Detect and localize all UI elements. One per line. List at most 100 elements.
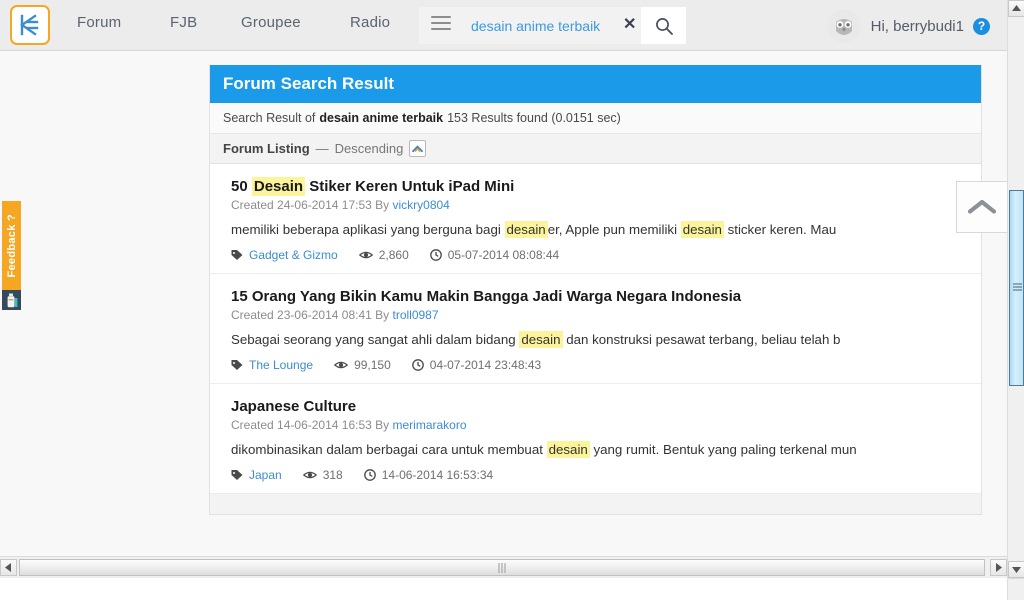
feedback-tab-label: Feedback ?	[5, 214, 18, 278]
result-snippet-highlight: desain	[546, 441, 590, 458]
results-list: 50 Desain Stiker Keren Untuk iPad Mini C…	[210, 164, 981, 494]
result-author[interactable]: vickry0804	[393, 198, 450, 212]
result-timestamp: 14-06-2014 16:53:34	[381, 468, 494, 482]
clock-icon	[363, 469, 376, 481]
result-item[interactable]: 15 Orang Yang Bikin Kamu Makin Bangga Ja…	[210, 274, 981, 384]
bottle-glyph	[7, 293, 18, 307]
created-date: 14-06-2014 16:53	[277, 418, 372, 432]
result-snippet-text: dikombinasikan dalam berbagai cara untuk…	[231, 442, 547, 457]
help-icon[interactable]: ?	[973, 17, 990, 35]
result-title-highlight: Desain	[251, 177, 306, 196]
result-category[interactable]: Japan	[249, 468, 282, 482]
horizontal-scrollbar[interactable]	[0, 556, 1007, 578]
tag-icon	[231, 359, 243, 371]
scroll-left-button[interactable]	[0, 559, 17, 576]
result-snippet-text: yang rumit. Bentuk yang paling terkenal …	[589, 442, 857, 457]
result-snippet-text: er, Apple pun memiliki	[547, 222, 681, 237]
tag-icon	[231, 249, 243, 261]
scroll-thumb-grip	[1013, 283, 1022, 293]
by-label: By	[375, 198, 390, 212]
kaskus-logo[interactable]	[10, 5, 50, 45]
nav-item-radio[interactable]: Radio	[350, 14, 390, 31]
result-timestamp: 04-07-2014 23:48:43	[429, 358, 542, 372]
created-label: Created	[231, 418, 274, 432]
listing-dash: —	[315, 141, 329, 156]
result-view-count: 99,150	[354, 358, 391, 372]
vertical-scrollbar[interactable]	[1007, 0, 1024, 600]
scroll-up-button[interactable]	[1008, 0, 1024, 17]
result-view-count: 318	[322, 468, 343, 482]
result-item[interactable]: 50 Desain Stiker Keren Untuk iPad Mini C…	[210, 164, 981, 274]
result-title-text: 50	[231, 178, 252, 195]
nav-item-groupee-label: Groupee	[241, 14, 301, 31]
triangle-left-icon	[5, 563, 11, 572]
created-label: Created	[231, 308, 274, 322]
forum-listing-bar: Forum Listing — Descending	[210, 134, 981, 164]
sort-order-toggle[interactable]	[409, 140, 427, 157]
nav-item-fjb[interactable]: FJB	[170, 14, 197, 31]
owl-avatar-icon	[826, 9, 861, 43]
scroll-thumb-grip	[498, 563, 506, 573]
result-info-bar: Search Result of desain anime terbaik 15…	[210, 103, 981, 134]
result-title[interactable]: 15 Orang Yang Bikin Kamu Makin Bangga Ja…	[231, 287, 963, 306]
chevron-up-icon	[967, 199, 997, 214]
result-info-prefix: Search Result of	[223, 111, 316, 125]
result-meta: Created 23-06-2014 08:41 By troll0987	[231, 308, 963, 322]
vertical-scroll-thumb[interactable]	[1009, 190, 1024, 386]
result-category[interactable]: Gadget & Gizmo	[249, 248, 338, 262]
result-snippet-text: sticker keren. Mau	[723, 222, 837, 237]
scroll-down-button[interactable]	[1008, 561, 1024, 578]
clear-x-icon[interactable]: ✕	[623, 17, 636, 33]
created-date: 24-06-2014 17:53	[277, 198, 372, 212]
hamburger-icon[interactable]	[431, 16, 451, 34]
nav-item-fjb-label: FJB	[170, 14, 198, 31]
result-meta: Created 24-06-2014 17:53 By vickry0804	[231, 198, 963, 212]
result-snippet-text: memiliki beberapa aplikasi yang berguna …	[231, 222, 505, 237]
feedback-bottle-icon[interactable]	[2, 290, 21, 310]
nav-item-forum-label: Forum	[77, 14, 122, 31]
forum-listing-label: Forum Listing	[223, 141, 310, 156]
page-title: Forum Search Result	[210, 65, 981, 103]
horizontal-scroll-thumb[interactable]	[19, 559, 985, 576]
result-snippet-text: dan konstruksi pesawat terbang, beliau t…	[562, 332, 841, 347]
scroll-right-button[interactable]	[990, 559, 1007, 576]
result-category[interactable]: The Lounge	[249, 358, 313, 372]
site-header: Forum FJB Groupee Radio ✕	[0, 0, 1007, 51]
panel-footer	[210, 494, 981, 514]
chevron-up-icon	[412, 144, 424, 152]
result-title[interactable]: Japanese Culture	[231, 397, 963, 416]
browser-viewport: Forum FJB Groupee Radio ✕	[0, 0, 1024, 600]
result-author[interactable]: merimarakoro	[393, 418, 467, 432]
result-title-text: Stiker Keren Untuk iPad Mini	[305, 178, 515, 195]
by-label: By	[375, 418, 390, 432]
tag-icon	[231, 469, 243, 481]
result-title-text: 15 Orang Yang Bikin Kamu Makin Bangga Ja…	[231, 288, 742, 305]
by-label: By	[375, 308, 390, 322]
nav-item-groupee[interactable]: Groupee	[241, 14, 301, 31]
triangle-right-icon	[996, 563, 1002, 572]
result-title[interactable]: 50 Desain Stiker Keren Untuk iPad Mini	[231, 177, 963, 196]
feedback-tab[interactable]: Feedback ?	[2, 201, 21, 291]
result-info-suffix: 153 Results found (0.0151 sec)	[447, 111, 621, 125]
result-author[interactable]: troll0987	[393, 308, 439, 322]
result-meta: Created 14-06-2014 16:53 By merimarakoro	[231, 418, 963, 432]
nav-item-forum[interactable]: Forum	[77, 14, 121, 31]
sort-order-label: Descending	[334, 141, 404, 156]
scroll-to-top-button[interactable]	[956, 181, 1007, 233]
user-greeting: Hi, berrybudi1	[870, 17, 964, 35]
clock-icon	[429, 249, 442, 261]
result-item[interactable]: Japanese Culture Created 14-06-2014 16:5…	[210, 384, 981, 494]
eye-icon	[302, 470, 317, 480]
page-content: Forum FJB Groupee Radio ✕	[0, 0, 1007, 578]
result-snippet-text: Sebagai seorang yang sangat ahli dalam b…	[231, 332, 520, 347]
search-input[interactable]	[469, 7, 624, 44]
user-menu[interactable]: Hi, berrybudi1 ?	[825, 7, 990, 45]
nav-item-radio-label: Radio	[350, 14, 391, 31]
result-timestamp: 05-07-2014 08:08:44	[447, 248, 560, 262]
search-bar: ✕	[419, 7, 686, 44]
search-submit-button[interactable]	[641, 7, 686, 44]
created-label: Created	[231, 198, 274, 212]
kaskus-logo-icon	[20, 14, 39, 36]
result-snippet-highlight: desain	[680, 221, 724, 238]
result-snippet-highlight: desain	[519, 331, 563, 348]
